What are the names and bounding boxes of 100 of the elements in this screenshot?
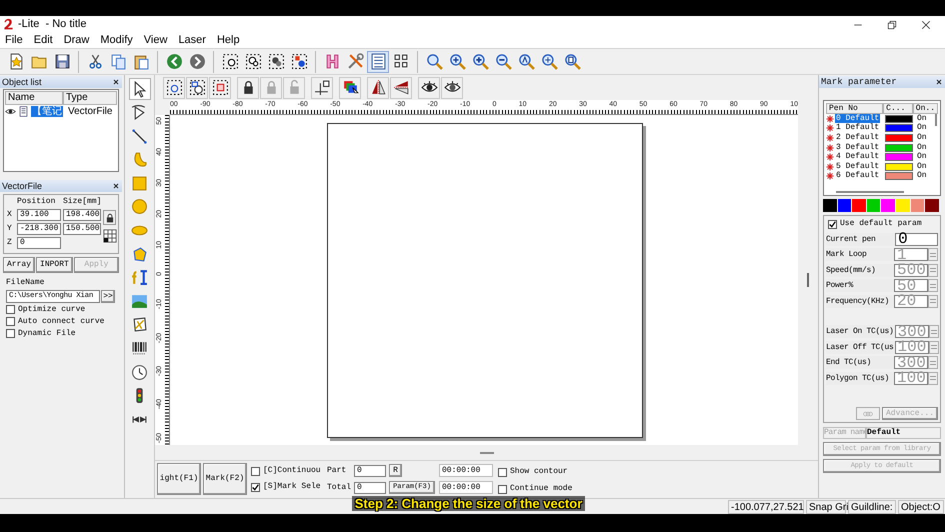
line-icon[interactable] [131,128,148,145]
zoom-in-icon[interactable] [472,53,488,70]
mirror-icon[interactable] [392,79,410,96]
pen-name[interactable]: 5 Default [835,162,880,171]
pen-name[interactable]: 1 Default [835,123,880,132]
close-icon[interactable] [112,182,120,190]
circle-icon[interactable] [131,198,148,216]
zoom-all-icon[interactable] [518,53,534,70]
menu-item[interactable]: Modify [100,35,133,46]
palette-swatch[interactable] [838,199,852,212]
checkbox[interactable] [251,482,260,492]
counter-field[interactable]: 0 [354,482,386,494]
close-icon[interactable] [112,78,120,86]
timer-field[interactable]: 00:00:00 [439,481,493,494]
document-icon[interactable] [18,106,29,117]
spin-button[interactable] [928,325,939,338]
button[interactable]: >> [101,290,115,303]
text-tool-icon[interactable] [131,269,148,286]
spin-button[interactable] [928,340,939,354]
lock-button[interactable] [103,210,116,225]
pen-name[interactable]: 3 Default [835,142,880,152]
copy-icon[interactable] [110,53,126,70]
grid-anchor-icon[interactable] [103,229,118,243]
button[interactable]: Array [3,257,36,273]
scroll-thumb[interactable] [836,191,904,193]
node-edit-icon[interactable] [131,104,148,122]
zoom-icon[interactable] [426,53,442,70]
zoom-in-icon[interactable] [448,53,466,70]
lock-icon[interactable] [104,212,115,222]
position-field[interactable]: -218.300 [17,223,61,235]
button[interactable]: INPORT [36,257,73,273]
column-header[interactable]: C... [883,103,913,114]
palette-swatch[interactable] [896,199,910,212]
h-shape-icon[interactable] [324,53,340,70]
pen-name[interactable]: 2 Default [835,132,880,142]
palette-swatch[interactable] [852,199,866,212]
column-header[interactable]: On.. [912,103,938,114]
group-select-icon[interactable] [188,79,206,96]
param-field[interactable]: 0 [895,232,938,246]
checkbox[interactable] [6,305,15,314]
button[interactable]: R [389,464,402,477]
menu-item[interactable]: Edit [34,35,53,46]
eye-icon[interactable] [5,106,16,117]
column-header[interactable]: Type [63,91,117,105]
size-field[interactable]: 198.400 [63,209,101,221]
menu-item[interactable]: Help [216,35,240,46]
counter-field[interactable]: 0 [354,464,386,476]
menu-item[interactable]: View [144,35,168,46]
checkbox[interactable] [6,329,15,338]
group-select-icon[interactable] [212,79,228,96]
palette-swatch[interactable] [910,199,924,212]
group-select-icon[interactable] [166,79,182,96]
node-select-icon[interactable] [244,53,262,70]
menu-item[interactable]: Draw [64,35,90,46]
tools-icon[interactable] [346,53,364,70]
button[interactable]: Mark(F2) [203,463,247,495]
image-icon[interactable] [131,292,148,310]
restore-icon[interactable] [887,20,897,30]
checkbox[interactable] [498,468,507,476]
pen-name[interactable]: 4 Default [835,152,880,162]
layers-icon[interactable] [342,79,358,96]
mirror-icon[interactable] [370,79,386,96]
close-icon[interactable] [921,20,931,30]
size-field[interactable]: 150.500 [63,223,101,235]
palette-swatch[interactable] [925,199,939,212]
save-icon[interactable] [54,53,70,70]
new-file-icon[interactable] [8,53,24,70]
checkbox[interactable] [828,220,837,228]
column-header[interactable]: Name [5,91,63,105]
checkbox[interactable] [251,466,260,476]
node-select-icon[interactable] [222,53,238,70]
column-header[interactable]: Pen No [826,103,884,114]
paste-icon[interactable] [132,53,150,70]
palette-swatch[interactable] [823,199,837,212]
close-icon[interactable] [935,78,943,86]
origin-icon[interactable] [314,79,330,96]
zoom-out-icon[interactable] [494,53,512,70]
node-select-icon[interactable] [290,53,308,70]
palette-swatch[interactable] [866,199,880,212]
checkbox[interactable] [498,484,507,494]
square-icon[interactable] [131,174,148,192]
position-field[interactable]: 39.100 [17,209,61,221]
node-tree-icon[interactable] [392,53,410,70]
zoom-page-icon[interactable] [564,53,580,70]
object-name[interactable]: 【笔记 [31,106,63,117]
node-select-icon[interactable] [268,53,284,70]
cut-icon[interactable] [86,53,104,70]
clock-icon[interactable] [131,364,148,381]
checkbox[interactable] [6,317,15,326]
position-field[interactable]: 0 [17,237,61,249]
menu-item[interactable]: Laser [178,35,206,46]
palette-swatch[interactable] [881,199,895,212]
splitter-handle[interactable] [480,452,494,454]
vector-file-icon[interactable] [131,316,148,334]
menu-item[interactable]: File [5,35,23,46]
button[interactable]: ight(F1) [157,463,201,495]
pen-name[interactable]: 6 Default [835,171,880,180]
polygon-icon[interactable] [131,246,148,263]
zoom-fit-icon[interactable] [540,53,558,70]
timer-field[interactable]: 00:00:00 [439,464,493,477]
